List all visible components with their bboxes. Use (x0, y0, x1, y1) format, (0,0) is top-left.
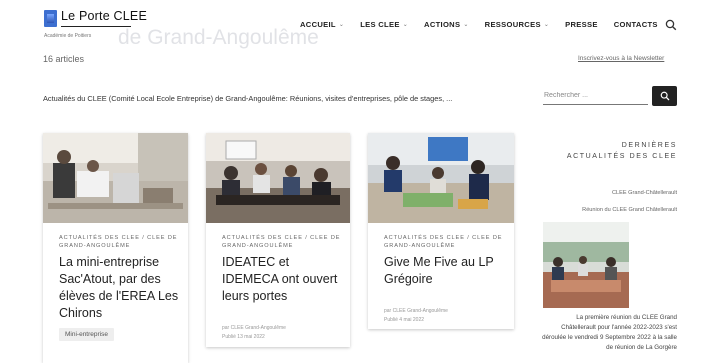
nav-item-accueil[interactable]: ACCUEIL ⌄ (300, 20, 344, 29)
article-title[interactable]: La mini-entreprise Sac'Atout, par des él… (59, 254, 183, 322)
nav-item-label: LES CLEE (360, 20, 400, 29)
page-background-title: de Grand-Angoulême (118, 26, 319, 49)
chevron-down-icon: ⌄ (543, 22, 550, 28)
article-author[interactable]: par CLEE Grand-Angoulême (384, 307, 448, 315)
article-author[interactable]: par CLEE Grand-Angoulême (222, 324, 286, 332)
article-title[interactable]: Give Me Five au LP Grégoire (384, 254, 508, 288)
nav-item-les-clee[interactable]: LES CLEE ⌄ (360, 20, 408, 29)
article-card[interactable]: Actualités des CLEE / CLEE de Grand-Ango… (368, 133, 514, 329)
site-logo-title[interactable]: Le Porte CLEE (61, 9, 147, 23)
sidebar-post-thumbnail[interactable] (543, 222, 629, 308)
nav-item-label: RESSOURCES (484, 20, 541, 29)
nav-item-presse[interactable]: PRESSE (565, 20, 598, 29)
nav-item-label: PRESSE (565, 20, 598, 29)
article-date: Publié 13 mai 2022 (222, 334, 265, 340)
chevron-down-icon: ⌄ (338, 22, 345, 28)
search-icon (660, 91, 669, 101)
article-card[interactable]: Actualités des CLEE / CLEE de Grand-Ango… (206, 133, 350, 347)
article-tag[interactable]: Mini-entreprise (59, 328, 114, 341)
article-date: Publié 4 mai 2022 (384, 317, 425, 323)
article-thumbnail[interactable] (368, 133, 514, 223)
sidebar-post-excerpt: La première réunion du CLEE Grand Châtel… (542, 314, 677, 351)
archive-description: Actualités du CLEE (Comité Local Ecole E… (43, 94, 453, 103)
sidebar-widget-title: DERNIÈRES ACTUALITÉS DES CLEE (566, 142, 677, 160)
search-input[interactable] (543, 87, 648, 105)
nav-item-label: ACTIONS (424, 20, 461, 29)
article-title[interactable]: IDEATEC et IDEMECA ont ouvert leurs port… (222, 254, 346, 305)
search-icon[interactable] (665, 18, 677, 31)
article-category[interactable]: Actualités des CLEE / CLEE de Grand-Ango… (222, 234, 350, 250)
nav-item-ressources[interactable]: RESSOURCES ⌄ (485, 20, 550, 29)
article-thumbnail[interactable] (206, 133, 350, 223)
search-button[interactable] (652, 86, 677, 106)
article-thumbnail[interactable] (43, 133, 188, 223)
chevron-down-icon: ⌄ (402, 22, 409, 28)
article-category[interactable]: Actualités des CLEE / CLEE de Grand-Ango… (59, 234, 187, 250)
nav-item-actions[interactable]: ACTIONS ⌄ (424, 20, 469, 29)
sidebar-post-title[interactable]: Réunion du CLEE Grand Châtellerault (540, 207, 677, 213)
article-count: 16 articles (43, 54, 85, 64)
article-category[interactable]: Actualités des CLEE / CLEE de Grand-Ango… (384, 234, 512, 250)
nav-item-label: ACCUEIL (300, 20, 336, 29)
nav-item-contacts[interactable]: CONTACTS (614, 20, 658, 29)
article-card[interactable]: Actualités des CLEE / CLEE de Grand-Ango… (43, 133, 188, 363)
sidebar-post-category[interactable]: CLEE Grand-Châtellerault (560, 190, 677, 196)
chevron-down-icon: ⌄ (463, 22, 469, 28)
newsletter-link[interactable]: Inscrivez-vous à la Newsletter (578, 55, 664, 62)
main-nav: ACCUEIL ⌄ LES CLEE ⌄ ACTIONS ⌄ RESSOURCE… (300, 20, 674, 29)
site-logo-icon[interactable] (44, 10, 57, 27)
site-logo-subtitle: Académie de Poitiers (44, 33, 92, 39)
nav-item-label: CONTACTS (613, 20, 658, 29)
